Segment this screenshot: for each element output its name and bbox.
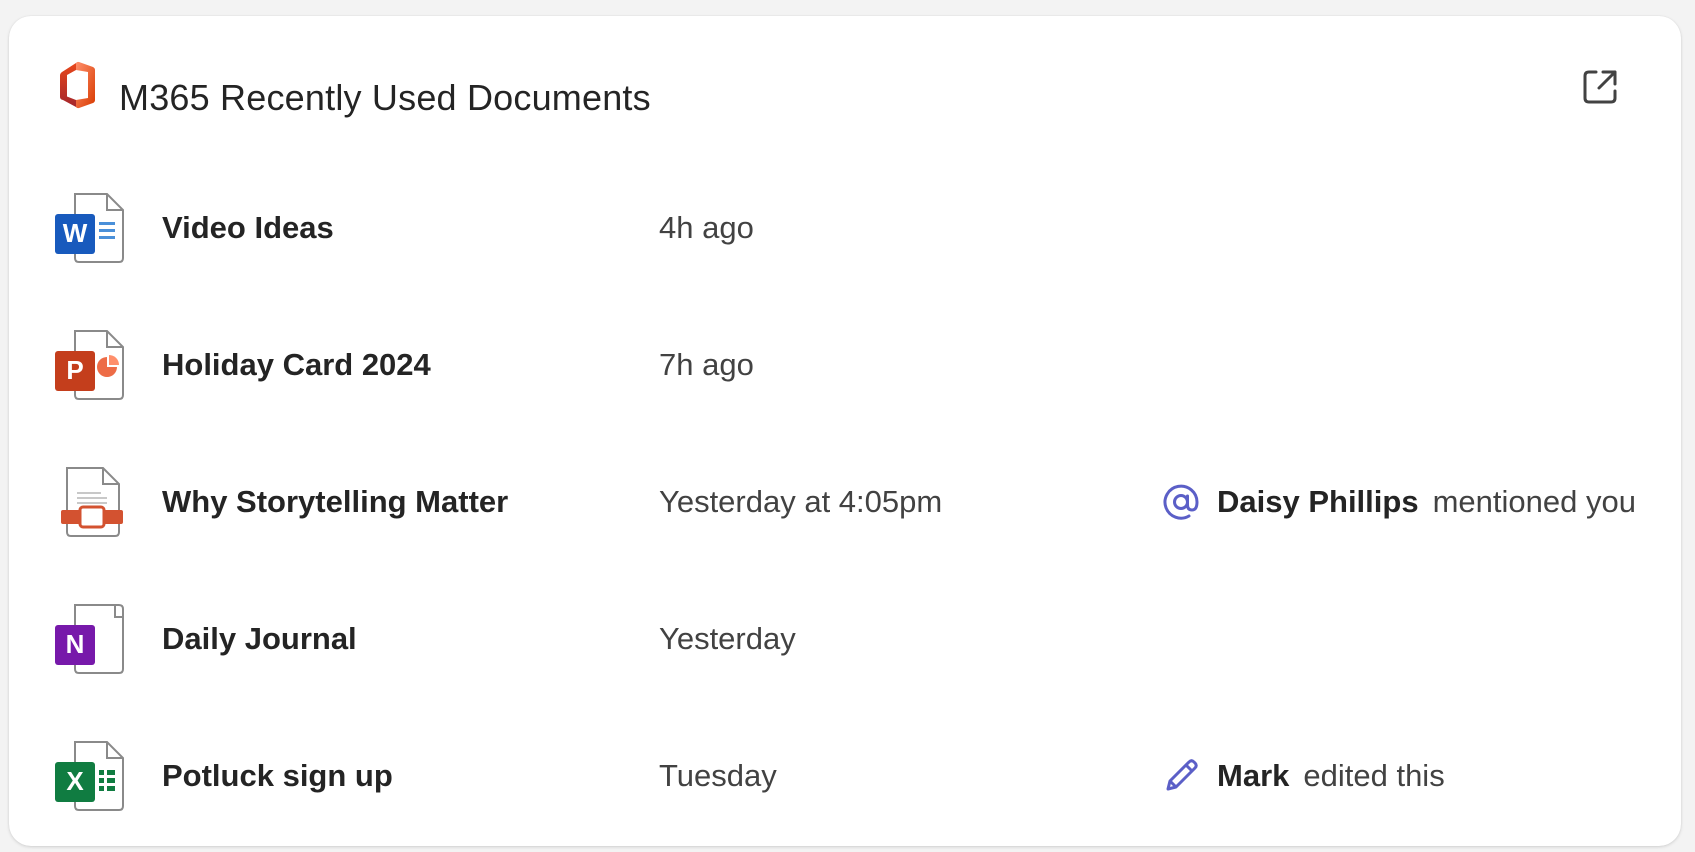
mention-icon — [1159, 480, 1203, 524]
pencil-icon — [1159, 754, 1203, 798]
document-row[interactable]: N Daily Journal Yesterday — [9, 575, 1681, 712]
document-name[interactable]: Holiday Card 2024 — [162, 343, 431, 387]
activity-person: Daisy Phillips — [1217, 484, 1419, 519]
svg-text:W: W — [63, 218, 88, 248]
microsoft-365-logo-icon — [55, 60, 99, 110]
svg-text:N: N — [66, 629, 85, 659]
open-in-new-button[interactable] — [1575, 62, 1625, 112]
pdf-file-icon — [53, 464, 129, 540]
document-activity: Daisy Phillips mentioned you — [1159, 474, 1636, 530]
document-time: Tuesday — [659, 758, 777, 793]
activity-action: mentioned you — [1432, 484, 1636, 519]
document-row[interactable]: W Video Ideas 4h ago — [9, 164, 1681, 301]
activity-person: Mark — [1217, 758, 1290, 793]
open-in-new-icon — [1583, 70, 1617, 104]
activity-action: edited this — [1303, 758, 1445, 793]
document-name[interactable]: Video Ideas — [162, 206, 334, 250]
document-time: 7h ago — [659, 347, 754, 382]
card-header: M365 Recently Used Documents — [9, 16, 1681, 146]
onenote-file-icon: N — [53, 601, 129, 677]
recent-documents-card: M365 Recently Used Documents W Video Ide… — [9, 16, 1681, 846]
document-row[interactable]: X Potluck sign up Tuesday Mark edited th… — [9, 712, 1681, 849]
word-file-icon: W — [53, 190, 129, 266]
excel-file-icon: X — [53, 738, 129, 814]
document-time: 4h ago — [659, 210, 754, 245]
document-name[interactable]: Daily Journal — [162, 617, 357, 661]
svg-text:X: X — [66, 766, 84, 796]
powerpoint-file-icon: P — [53, 327, 129, 403]
document-name[interactable]: Potluck sign up — [162, 754, 393, 798]
document-time: Yesterday at 4:05pm — [659, 484, 943, 519]
card-title: M365 Recently Used Documents — [119, 77, 651, 118]
document-name[interactable]: Why Storytelling Matter — [162, 480, 508, 524]
document-row[interactable]: P Holiday Card 2024 7h ago — [9, 301, 1681, 438]
document-time: Yesterday — [659, 621, 796, 656]
document-activity: Mark edited this — [1159, 748, 1445, 804]
document-row[interactable]: Why Storytelling Matter Yesterday at 4:0… — [9, 438, 1681, 575]
svg-text:P: P — [66, 355, 83, 385]
